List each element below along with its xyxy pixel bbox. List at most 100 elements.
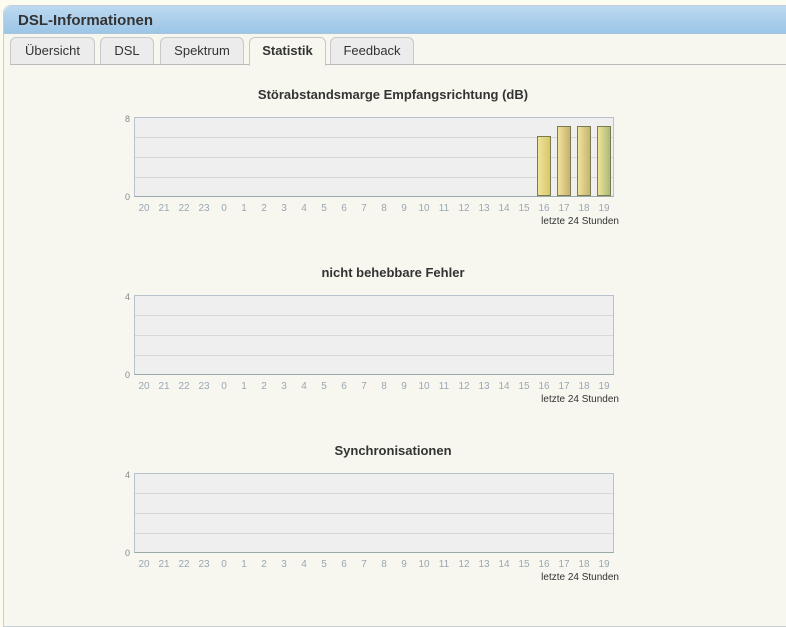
- x-tick: 21: [158, 381, 170, 392]
- x-tick: 22: [178, 203, 190, 214]
- x-tick: 3: [281, 203, 287, 214]
- x-tick: 4: [301, 559, 307, 570]
- chart-title: nicht behebbare Fehler: [321, 265, 465, 280]
- x-tick: 13: [478, 381, 490, 392]
- x-tick: 17: [558, 381, 570, 392]
- bar: [537, 136, 551, 196]
- x-tick: 14: [498, 381, 510, 392]
- x-tick: 6: [341, 203, 347, 214]
- x-tick: 14: [498, 203, 510, 214]
- gridline: [135, 493, 613, 494]
- x-tick: 13: [478, 559, 490, 570]
- x-tick: 1: [241, 559, 247, 570]
- x-tick: 0: [221, 559, 227, 570]
- chart-title: Störabstandsmarge Empfangsrichtung (dB): [257, 87, 529, 102]
- x-tick: 14: [498, 559, 510, 570]
- x-tick: 9: [401, 381, 407, 392]
- x-tick: 22: [178, 381, 190, 392]
- chart-title: Synchronisationen: [334, 443, 452, 458]
- x-tick: 16: [538, 203, 550, 214]
- y-tick: 0: [124, 192, 130, 202]
- x-tick: 23: [198, 203, 210, 214]
- x-tick: 10: [418, 381, 430, 392]
- x-tick: 2: [261, 381, 267, 392]
- x-tick: 19: [598, 381, 610, 392]
- y-tick: 8: [124, 114, 130, 124]
- x-tick: 5: [321, 203, 327, 214]
- x-tick: 19: [598, 203, 610, 214]
- x-tick: 8: [381, 203, 387, 214]
- x-tick: 21: [158, 559, 170, 570]
- x-axis-label: letzte 24 Stunden: [541, 394, 619, 405]
- x-tick: 21: [158, 203, 170, 214]
- x-tick: 1: [241, 381, 247, 392]
- x-tick: 9: [401, 203, 407, 214]
- x-tick: 15: [518, 381, 530, 392]
- panel-title: DSL-Informationen: [18, 12, 153, 29]
- x-tick: 6: [341, 559, 347, 570]
- x-tick: 5: [321, 559, 327, 570]
- x-tick: 13: [478, 203, 490, 214]
- x-tick: 17: [558, 559, 570, 570]
- plot-area: [134, 117, 614, 197]
- gridline: [135, 335, 613, 336]
- x-tick: 23: [198, 559, 210, 570]
- x-tick: 3: [281, 381, 287, 392]
- x-tick: 16: [538, 559, 550, 570]
- y-tick: 0: [124, 548, 130, 558]
- x-tick: 19: [598, 559, 610, 570]
- x-tick: 3: [281, 559, 287, 570]
- x-tick: 10: [418, 203, 430, 214]
- x-tick: 4: [301, 203, 307, 214]
- y-tick: 4: [124, 292, 130, 302]
- x-tick: 17: [558, 203, 570, 214]
- x-tick: 20: [138, 203, 150, 214]
- tab-spektrum[interactable]: Spektrum: [160, 37, 244, 64]
- tab-statistik[interactable]: Statistik: [249, 37, 326, 66]
- x-tick: 18: [578, 381, 590, 392]
- x-tick: 2: [261, 203, 267, 214]
- x-tick: 7: [361, 203, 367, 214]
- x-tick: 20: [138, 559, 150, 570]
- plot-area: [134, 473, 614, 553]
- x-tick: 11: [438, 559, 450, 570]
- tab-dsl[interactable]: DSL: [100, 37, 154, 64]
- tab-uebersicht[interactable]: Übersicht: [10, 37, 95, 64]
- x-tick: 5: [321, 381, 327, 392]
- y-tick: 4: [124, 470, 130, 480]
- tab-feedback[interactable]: Feedback: [330, 37, 414, 64]
- plot-area: [134, 295, 614, 375]
- x-tick: 18: [578, 203, 590, 214]
- x-tick: 2: [261, 559, 267, 570]
- tab-bar: Übersicht DSL Spektrum Statistik Feedbac…: [10, 37, 786, 66]
- x-tick: 16: [538, 381, 550, 392]
- x-tick: 12: [458, 559, 470, 570]
- x-tick: 4: [301, 381, 307, 392]
- y-tick: 0: [124, 370, 130, 380]
- x-tick: 10: [418, 559, 430, 570]
- x-tick: 12: [458, 381, 470, 392]
- x-tick: 20: [138, 381, 150, 392]
- x-tick: 1: [241, 203, 247, 214]
- x-tick: 11: [438, 381, 450, 392]
- panel-header: DSL-Informationen: [4, 6, 786, 34]
- x-tick: 8: [381, 559, 387, 570]
- x-tick: 15: [518, 559, 530, 570]
- gridline: [135, 533, 613, 534]
- x-tick: 11: [438, 203, 450, 214]
- x-tick: 23: [198, 381, 210, 392]
- bar: [597, 126, 611, 196]
- x-tick: 6: [341, 381, 347, 392]
- x-tick: 12: [458, 203, 470, 214]
- x-axis-label: letzte 24 Stunden: [541, 216, 619, 227]
- bar: [557, 126, 571, 196]
- bar: [577, 126, 591, 196]
- gridline: [135, 355, 613, 356]
- x-tick: 0: [221, 203, 227, 214]
- x-tick: 7: [361, 381, 367, 392]
- x-tick: 15: [518, 203, 530, 214]
- x-tick: 18: [578, 559, 590, 570]
- gridline: [135, 513, 613, 514]
- gridline: [135, 315, 613, 316]
- x-axis-label: letzte 24 Stunden: [541, 572, 619, 583]
